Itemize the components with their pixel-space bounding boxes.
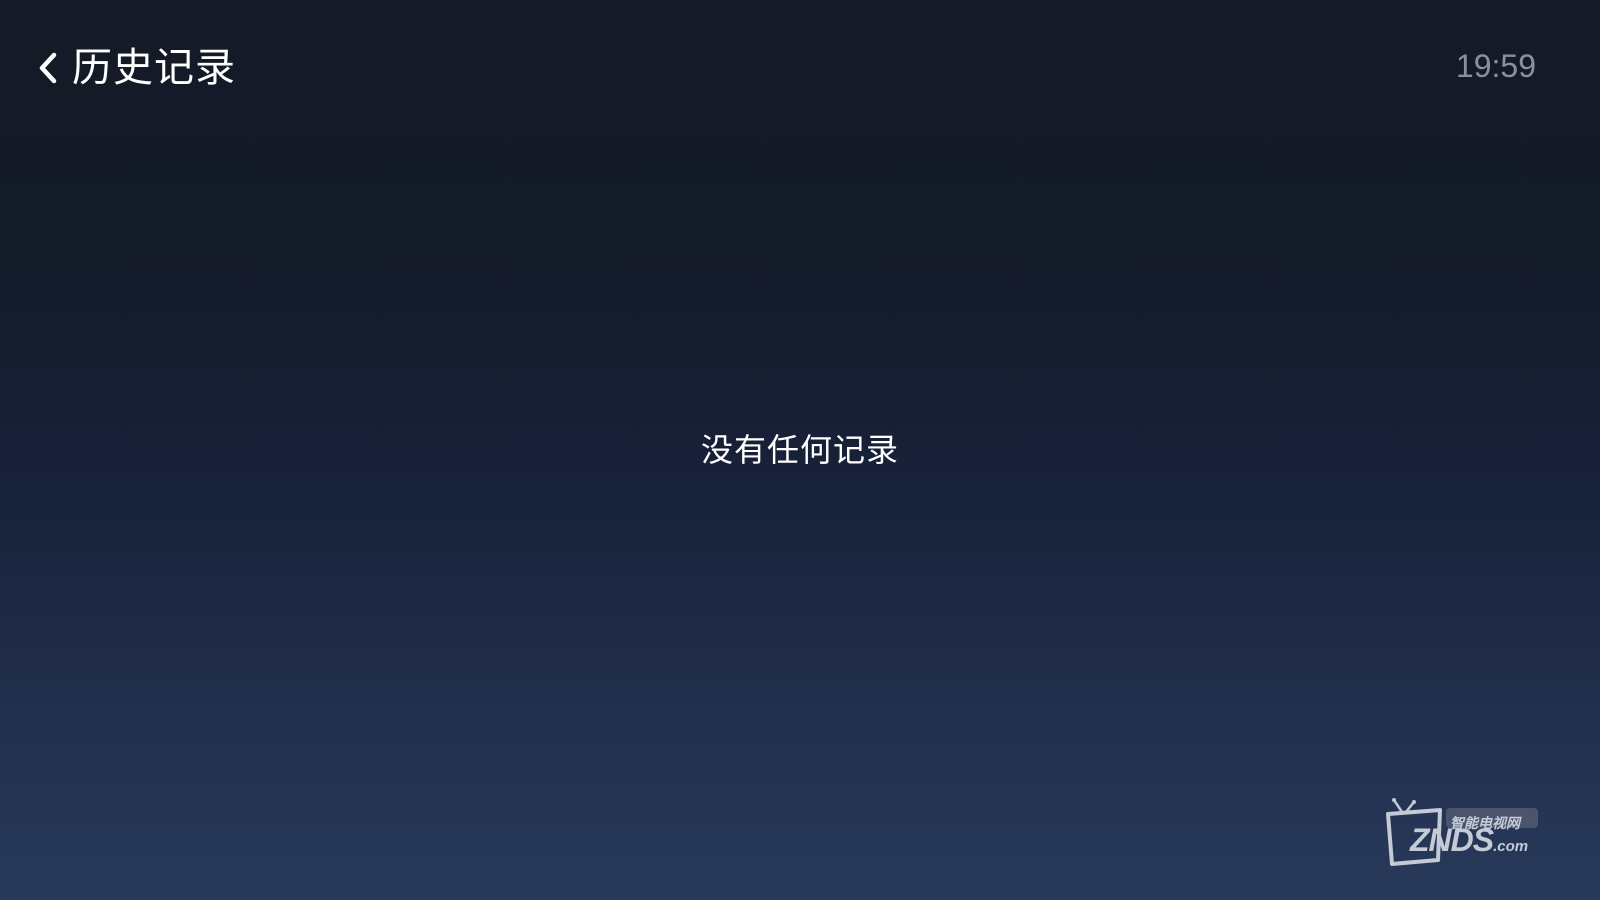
page-title: 历史记录	[72, 45, 236, 91]
clock: 19:59	[1455, 48, 1536, 84]
watermark-brand: ZNDS.com	[1410, 822, 1528, 859]
empty-state-message: 没有任何记录	[700, 431, 899, 469]
znds-watermark-logo: 智能电视网 ZNDS.com	[1384, 798, 1554, 868]
chevron-left-icon[interactable]	[30, 40, 66, 96]
top-bar: 历史记录 19:59	[0, 0, 1600, 135]
watermark-suffix: .com	[1493, 838, 1529, 855]
watermark-brand-text: ZNDS	[1410, 822, 1494, 858]
back-button[interactable]: 历史记录	[30, 40, 236, 96]
